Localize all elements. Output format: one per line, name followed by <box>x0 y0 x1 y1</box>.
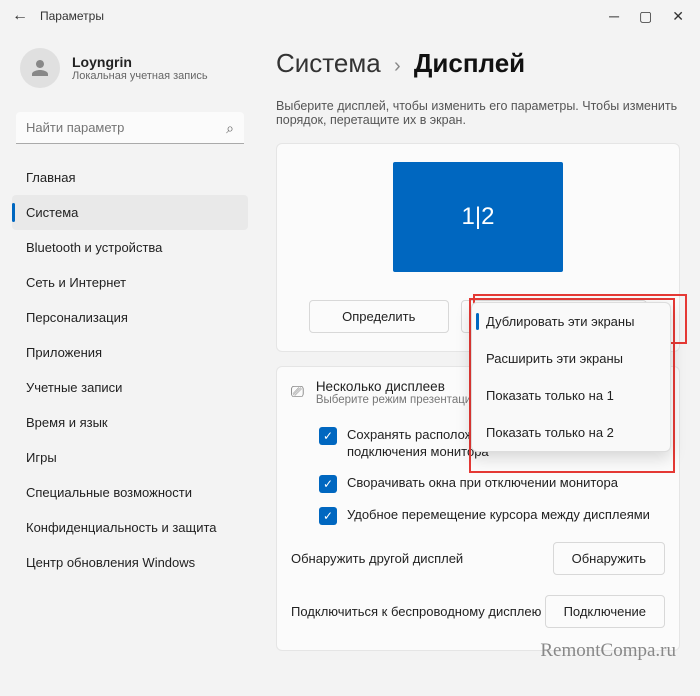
nav-item-3[interactable]: Сеть и Интернет <box>12 265 248 300</box>
connect-button[interactable]: Подключение <box>545 595 665 628</box>
window-title: Параметры <box>40 9 104 23</box>
checkbox-checked-icon: ✓ <box>319 427 337 445</box>
nav-item-4[interactable]: Персонализация <box>12 300 248 335</box>
nav-item-11[interactable]: Центр обновления Windows <box>12 545 248 580</box>
nav-item-5[interactable]: Приложения <box>12 335 248 370</box>
breadcrumb-parent[interactable]: Система <box>276 48 381 78</box>
instruction-text: Выберите дисплей, чтобы изменить его пар… <box>276 99 680 127</box>
search-box: ⌕ <box>16 112 244 144</box>
account-name: Loyngrin <box>72 54 208 70</box>
chevron-right-icon: › <box>394 55 401 77</box>
back-button[interactable]: ← <box>8 7 32 25</box>
monitor-tile[interactable]: 1|2 <box>393 162 563 272</box>
account-block[interactable]: Loyngrin Локальная учетная запись <box>12 40 248 96</box>
search-icon: ⌕ <box>226 120 234 137</box>
checkbox-row-minimize[interactable]: ✓ Сворачивать окна при отключении монито… <box>291 468 665 500</box>
breadcrumb: Система › Дисплей <box>276 48 680 79</box>
identify-button[interactable]: Определить <box>309 300 449 333</box>
displays-icon: ⎚ <box>291 384 304 402</box>
dropdown-item-1[interactable]: Расширить эти экраны <box>472 340 670 377</box>
account-sub: Локальная учетная запись <box>72 70 208 82</box>
nav-item-2[interactable]: Bluetooth и устройства <box>12 230 248 265</box>
watermark: RemontCompa.ru <box>540 640 676 662</box>
nav-item-1[interactable]: Система <box>12 195 248 230</box>
nav-item-0[interactable]: Главная <box>12 160 248 195</box>
detect-button[interactable]: Обнаружить <box>553 542 665 575</box>
dropdown-item-2[interactable]: Показать только на 1 <box>472 377 670 414</box>
minimize-button[interactable]: ─ <box>609 8 619 25</box>
search-input[interactable] <box>16 112 244 144</box>
maximize-button[interactable]: ▢ <box>639 8 652 25</box>
close-button[interactable]: ✕ <box>672 8 684 25</box>
detect-display-row: Обнаружить другой дисплей Обнаружить <box>291 532 665 585</box>
display-mode-dropdown: Дублировать эти экраныРасширить эти экра… <box>471 302 671 452</box>
nav-item-9[interactable]: Специальные возможности <box>12 475 248 510</box>
checkbox-checked-icon: ✓ <box>319 507 337 525</box>
wireless-display-row: Подключиться к беспроводному дисплею Под… <box>291 585 665 638</box>
avatar <box>20 48 60 88</box>
nav-item-10[interactable]: Конфиденциальность и защита <box>12 510 248 545</box>
nav-item-7[interactable]: Время и язык <box>12 405 248 440</box>
breadcrumb-current: Дисплей <box>414 48 525 78</box>
display-arrangement: 1|2 Определить Дублировать эти экраны Ду… <box>276 143 680 352</box>
nav-item-8[interactable]: Игры <box>12 440 248 475</box>
nav-item-6[interactable]: Учетные записи <box>12 370 248 405</box>
dropdown-item-0[interactable]: Дублировать эти экраны <box>472 303 670 340</box>
dropdown-item-3[interactable]: Показать только на 2 <box>472 414 670 451</box>
checkbox-row-cursor[interactable]: ✓ Удобное перемещение курсора между дисп… <box>291 500 665 532</box>
checkbox-checked-icon: ✓ <box>319 475 337 493</box>
